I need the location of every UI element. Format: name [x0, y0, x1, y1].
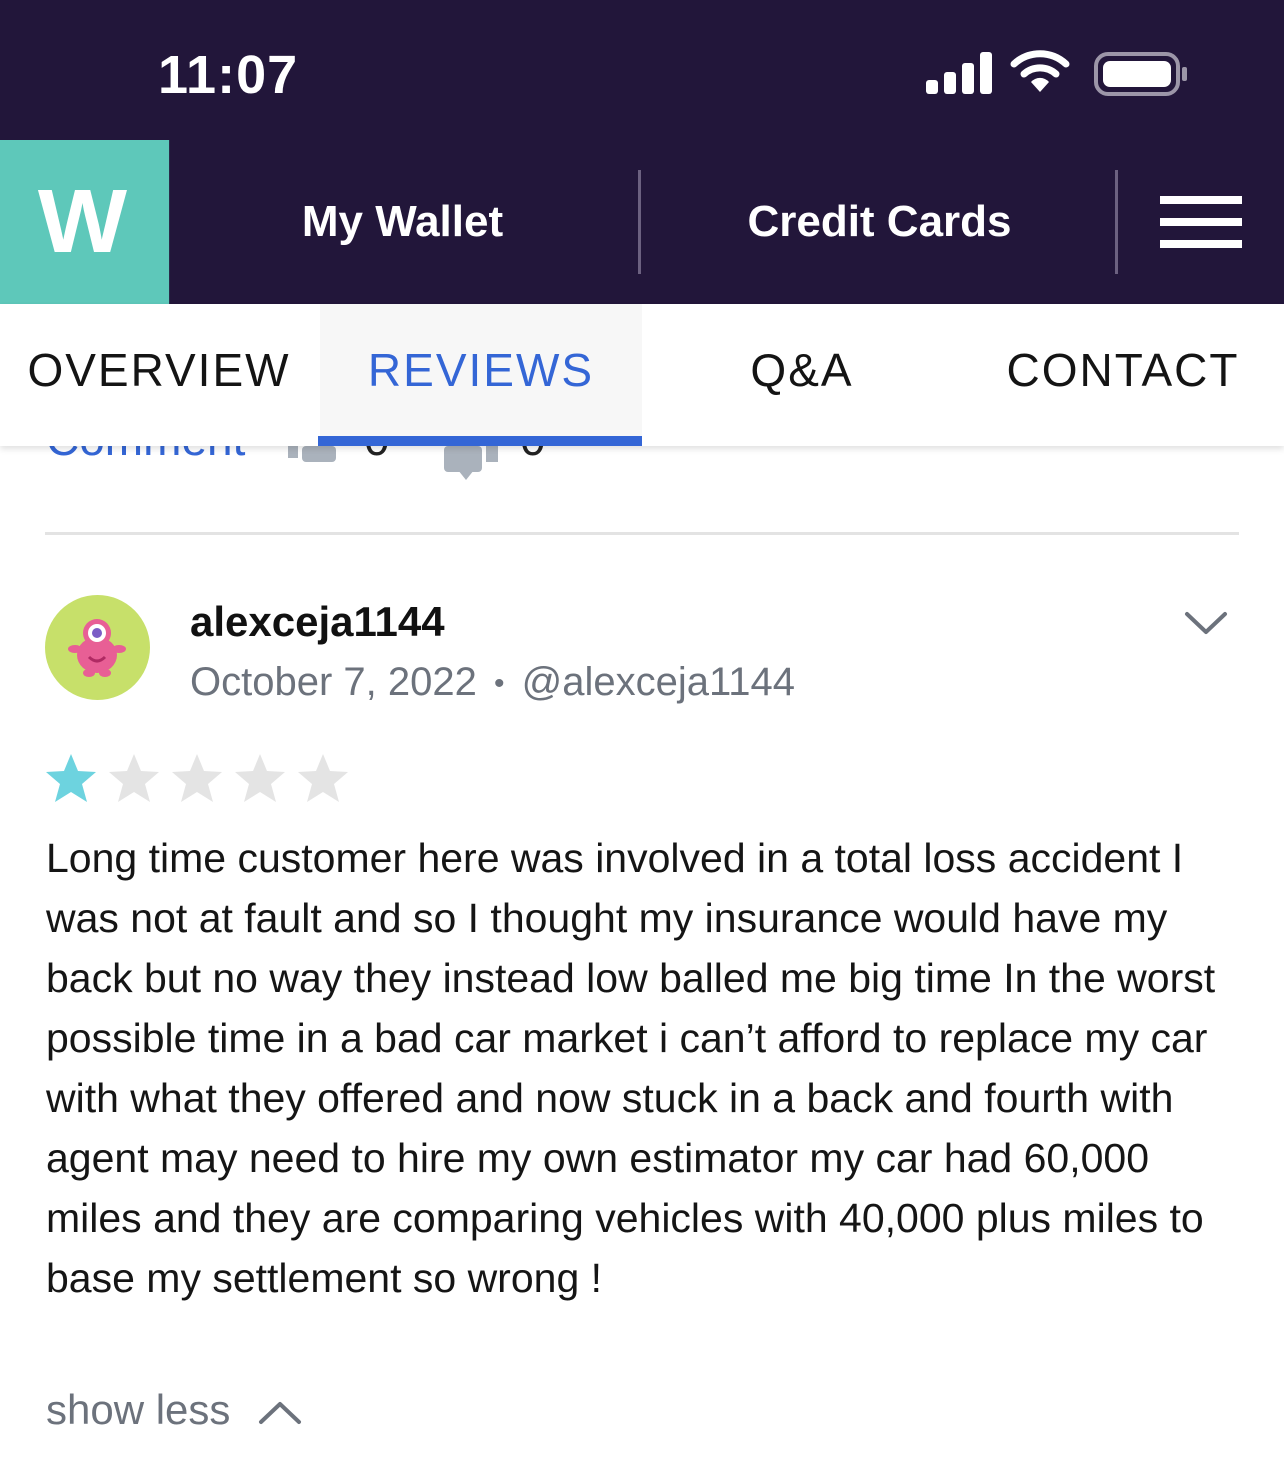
clock: 11:07: [158, 45, 299, 105]
tab-contact[interactable]: CONTACT: [962, 304, 1284, 446]
thumbs-up-icon[interactable]: [288, 446, 338, 466]
dislike-count: 0: [520, 446, 546, 466]
tab-bar: OVERVIEW REVIEWS Q&A CONTACT: [0, 304, 1284, 446]
tab-reviews[interactable]: REVIEWS: [320, 304, 642, 446]
battery-icon: [1094, 52, 1187, 96]
signal-icon: [926, 52, 992, 94]
nav-divider: [1115, 170, 1118, 274]
tab-qa[interactable]: Q&A: [642, 304, 962, 446]
nav-credit-cards[interactable]: Credit Cards: [642, 140, 1117, 304]
show-less-link[interactable]: show less: [46, 1386, 230, 1434]
tab-overview[interactable]: OVERVIEW: [0, 304, 318, 446]
logo[interactable]: W: [0, 140, 170, 304]
review-handle: @alexceja1144: [521, 660, 796, 704]
chevron-down-icon[interactable]: [1184, 610, 1228, 638]
previous-review-actions: Comment 0 0: [0, 446, 1284, 486]
comment-link[interactable]: Comment: [46, 446, 245, 466]
like-count: 0: [364, 446, 390, 466]
menu-icon[interactable]: [1160, 196, 1242, 248]
review-date: October 7, 2022: [190, 660, 477, 704]
app-header: W My Wallet Credit Cards: [0, 140, 1284, 304]
nav-my-wallet[interactable]: My Wallet: [165, 140, 640, 304]
nav-divider: [638, 170, 641, 274]
star-empty-icon: [235, 754, 285, 802]
star-filled-icon: [46, 754, 96, 802]
review-text: Long time customer here was involved in …: [46, 835, 1216, 1301]
monster-avatar-icon: [68, 619, 126, 677]
chevron-up-icon[interactable]: [258, 1400, 302, 1426]
review-meta: October 7, 2022 • @alexceja1144: [190, 660, 795, 705]
review-divider: [45, 532, 1239, 535]
avatar[interactable]: [45, 595, 150, 700]
star-empty-icon: [298, 754, 348, 802]
meta-separator: •: [493, 667, 505, 701]
wifi-icon: [1010, 50, 1070, 92]
thumbs-down-icon[interactable]: [444, 446, 500, 482]
star-empty-icon: [172, 754, 222, 802]
status-bar: 11:07: [0, 0, 1284, 140]
active-tab-indicator: [318, 436, 642, 446]
review-username[interactable]: alexceja1144: [190, 598, 445, 646]
star-empty-icon: [109, 754, 159, 802]
